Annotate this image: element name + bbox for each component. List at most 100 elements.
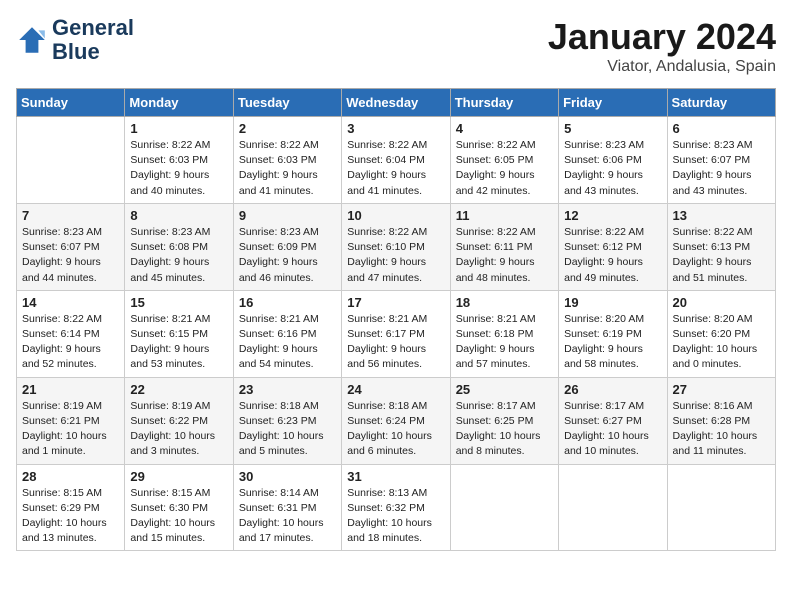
calendar-cell: 18Sunrise: 8:21 AMSunset: 6:18 PMDayligh… [450,290,558,377]
daylight-text: Daylight: 9 hours and 53 minutes. [130,343,209,370]
day-number: 8 [130,208,227,223]
day-number: 20 [673,295,770,310]
calendar-cell: 23 Sunrise: 8:18 AMSunset: 6:23 PMDayligh… [233,377,341,464]
logo: General Blue [16,16,134,64]
week-row-2: 7 Sunrise: 8:23 AM Sunset: 6:07 PM Daylight… [17,203,776,290]
sunrise-text: Sunrise: 8:17 AM [564,400,644,412]
sunset-text: Sunset: 6:22 PM [130,415,208,427]
sunset-text: Sunset: 6:28 PM [673,415,751,427]
month-title: January 2024 [548,16,776,58]
daylight-text: Daylight: 9 hours and 41 minutes. [239,169,318,196]
sunrise-text: Sunrise: 8:23 AM [22,226,102,238]
title-block: January 2024 Viator, Andalusia, Spain [548,16,776,76]
sunset-text: Sunset: 6:27 PM [564,415,642,427]
sunrise-text: Sunrise: 8:22 AM [239,139,319,151]
day-number: 23 [239,382,336,397]
daylight-text: Daylight: 10 hours and 6 minutes. [347,430,432,457]
day-number: 1 [130,121,227,136]
sunrise-text: Sunrise: 8:22 AM [564,226,644,238]
calendar-cell: 21Sunrise: 8:19 AMSunset: 6:21 PMDayligh… [17,377,125,464]
header-row: SundayMondayTuesdayWednesdayThursdayFrid… [17,89,776,117]
header-cell-wednesday: Wednesday [342,89,450,117]
sunrise-text: Sunrise: 8:22 AM [130,139,210,151]
sunset-text: Sunset: 6:09 PM [239,241,317,253]
day-number: 6 [673,121,770,136]
day-number: 15 [130,295,227,310]
day-info: Sunrise: 8:19 AMSunset: 6:21 PMDaylight:… [22,399,119,460]
sunset-text: Sunset: 6:21 PM [22,415,100,427]
day-info: Sunrise: 8:21 AMSunset: 6:17 PMDaylight:… [347,312,444,373]
sunrise-text: Sunrise: 8:23 AM [239,226,319,238]
sunset-text: Sunset: 6:06 PM [564,154,642,166]
sunrise-text: Sunrise: 8:23 AM [673,139,753,151]
day-number: 2 [239,121,336,136]
daylight-text: Daylight: 9 hours and 40 minutes. [130,169,209,196]
calendar-cell: 14Sunrise: 8:22 AMSunset: 6:14 PMDayligh… [17,290,125,377]
day-info: Sunrise: 8:23 AMSunset: 6:07 PMDaylight:… [22,225,119,286]
sunrise-text: Sunrise: 8:19 AM [130,400,210,412]
sunrise-text: Sunrise: 8:21 AM [456,313,536,325]
daylight-text: Daylight: 10 hours and 8 minutes. [456,430,541,457]
day-info: Sunrise: 8:18 AMSunset: 6:23 PMDaylight:… [239,399,336,460]
daylight-text: Daylight: 9 hours and 58 minutes. [564,343,643,370]
week-row-1: 1 Sunrise: 8:22 AMSunset: 6:03 PMDaylight… [17,117,776,204]
calendar-cell: 7Sunrise: 8:23 AMSunset: 6:07 PMDaylight… [17,203,125,290]
calendar-cell [450,464,558,551]
day-info: Sunrise: 8:17 AMSunset: 6:27 PMDaylight:… [564,399,661,460]
day-info: Sunrise: 8:23 AMSunset: 6:06 PMDaylight:… [564,138,661,199]
daylight-text: Daylight: 10 hours and 18 minutes. [347,517,432,544]
sunset-text: Sunset: 6:11 PM [456,241,533,253]
calendar-cell: 9Sunrise: 8:23 AMSunset: 6:09 PMDaylight… [233,203,341,290]
day-number: 31 [347,469,444,484]
location-title: Viator, Andalusia, Spain [548,58,776,76]
daylight-text: Daylight: 9 hours and 41 minutes. [347,169,426,196]
calendar-cell: 17Sunrise: 8:21 AMSunset: 6:17 PMDayligh… [342,290,450,377]
calendar-cell: 22Sunrise: 8:19 AMSunset: 6:22 PMDayligh… [125,377,233,464]
calendar-cell: 24Sunrise: 8:18 AMSunset: 6:24 PMDayligh… [342,377,450,464]
sunset-text: Sunset: 6:13 PM [673,241,751,253]
sunrise-text: Sunrise: 8:23 AM [564,139,644,151]
day-info: Sunrise: 8:22 AMSunset: 6:04 PMDaylight:… [347,138,444,199]
sunset-text: Sunset: 6:23 PM [239,415,317,427]
daylight-text: Daylight: 9 hours and 57 minutes. [456,343,535,370]
sunrise-text: Sunrise: 8:22 AM [347,139,427,151]
calendar-cell: 19Sunrise: 8:20 AMSunset: 6:19 PMDayligh… [559,290,667,377]
sunrise-text: Sunrise: 8:22 AM [456,226,536,238]
daylight-text: Daylight: 9 hours and 54 minutes. [239,343,318,370]
sunset-text: Sunset: 6:12 PM [564,241,642,253]
day-info: Sunrise: 8:18 AMSunset: 6:24 PMDaylight:… [347,399,444,460]
sunset-text: Sunset: 6:16 PM [239,328,317,340]
header-cell-friday: Friday [559,89,667,117]
daylight-text: Daylight: 10 hours and 15 minutes. [130,517,215,544]
sunrise-text: Sunrise: 8:16 AM [673,400,753,412]
sunset-text: Sunset: 6:07 PM [22,241,100,253]
calendar-cell: 28Sunrise: 8:15 AMSunset: 6:29 PMDayligh… [17,464,125,551]
day-info: Sunrise: 8:20 AMSunset: 6:19 PMDaylight:… [564,312,661,373]
daylight-text: Daylight: 9 hours and 45 minutes. [130,256,209,283]
calendar-cell: 8 Sunrise: 8:23 AMSunset: 6:08 PMDaylight… [125,203,233,290]
day-info: Sunrise: 8:23 AMSunset: 6:08 PMDaylight:… [130,225,227,286]
day-info: Sunrise: 8:13 AMSunset: 6:32 PMDaylight:… [347,486,444,547]
day-info: Sunrise: 8:20 AMSunset: 6:20 PMDaylight:… [673,312,770,373]
day-number: 7 [22,208,119,223]
sunrise-text: Sunrise: 8:22 AM [456,139,536,151]
sunset-text: Sunset: 6:10 PM [347,241,425,253]
day-number: 26 [564,382,661,397]
daylight-text: Daylight: 10 hours and 13 minutes. [22,517,107,544]
calendar-cell [17,117,125,204]
day-info: Sunrise: 8:22 AMSunset: 6:03 PMDaylight:… [239,138,336,199]
sunset-text: Sunset: 6:14 PM [22,328,100,340]
calendar-cell: 11Sunrise: 8:22 AMSunset: 6:11 PMDayligh… [450,203,558,290]
day-info: Sunrise: 8:14 AMSunset: 6:31 PMDaylight:… [239,486,336,547]
sunrise-text: Sunrise: 8:14 AM [239,487,319,499]
day-info: Sunrise: 8:22 AMSunset: 6:10 PMDaylight:… [347,225,444,286]
sunset-text: Sunset: 6:18 PM [456,328,534,340]
daylight-text: Daylight: 10 hours and 5 minutes. [239,430,324,457]
day-number: 30 [239,469,336,484]
sunrise-text: Sunrise: 8:21 AM [130,313,210,325]
calendar-body: 1 Sunrise: 8:22 AMSunset: 6:03 PMDaylight… [17,117,776,551]
calendar-cell [667,464,775,551]
sunrise-text: Sunrise: 8:18 AM [347,400,427,412]
logo-line2: Blue [52,40,134,64]
sunset-text: Sunset: 6:08 PM [130,241,208,253]
